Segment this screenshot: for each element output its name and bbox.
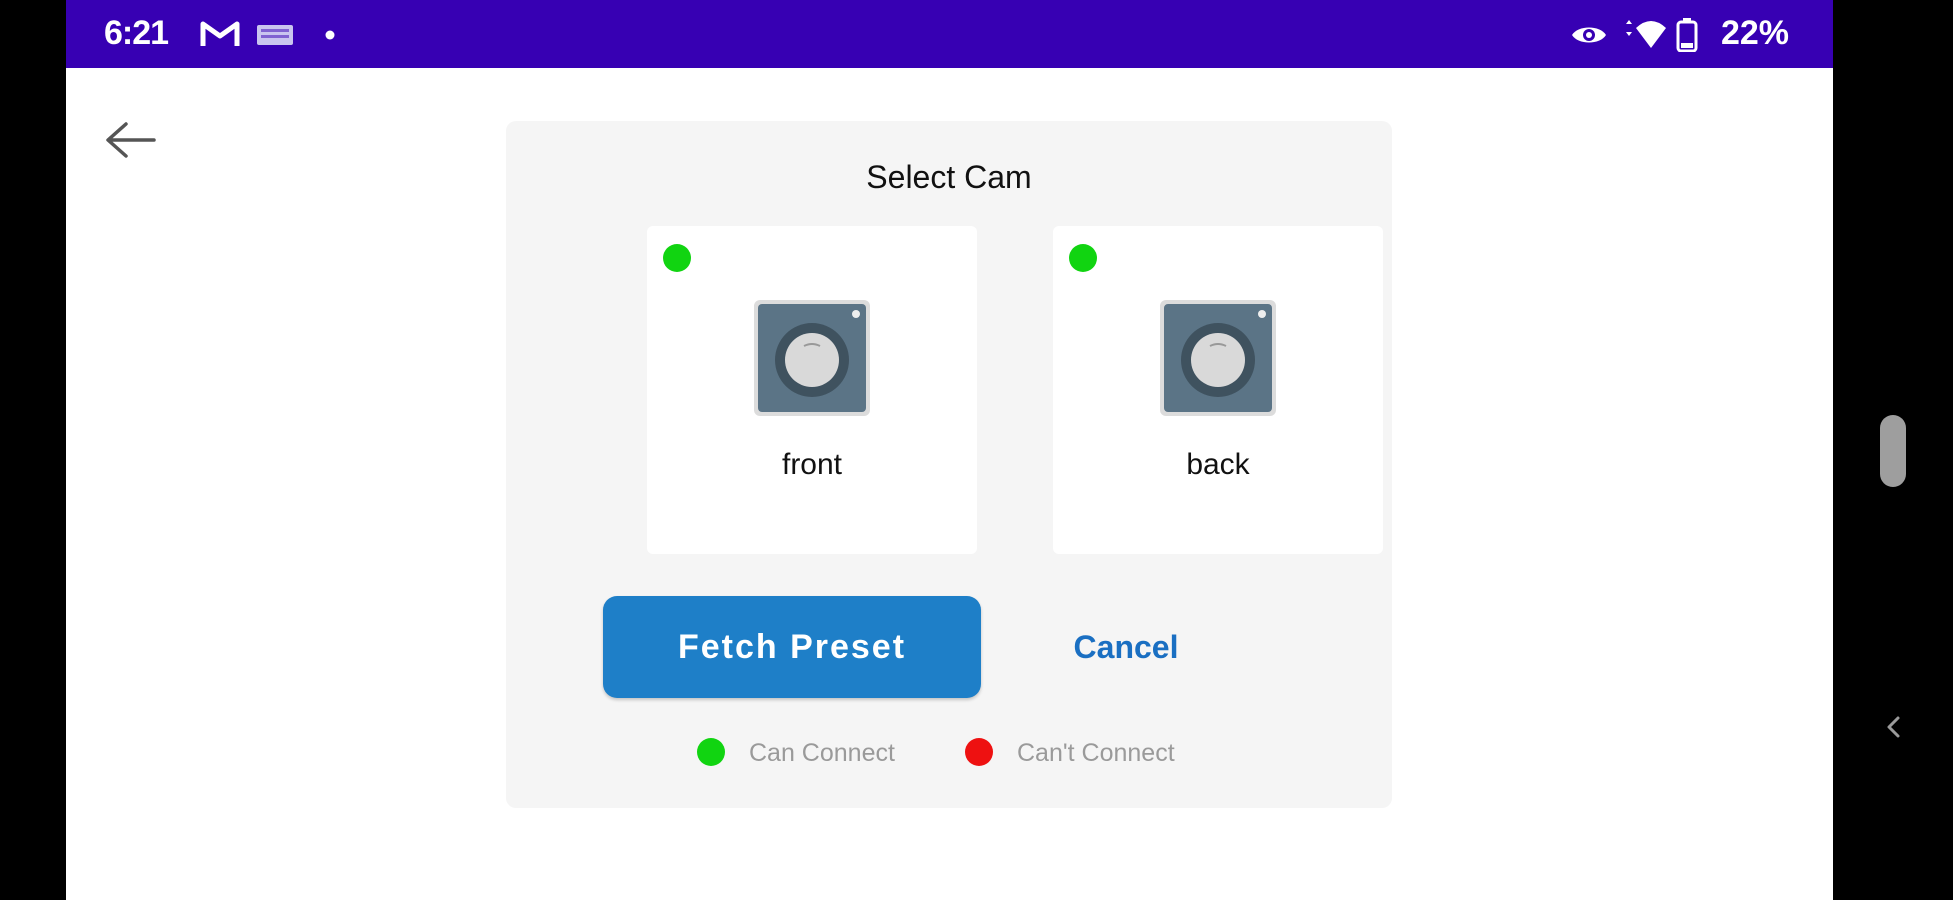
wifi-icon bbox=[1626, 20, 1666, 48]
keyboard-icon bbox=[257, 25, 293, 45]
scroll-handle[interactable] bbox=[1880, 415, 1906, 487]
green-dot-icon bbox=[697, 738, 725, 766]
fetch-preset-button[interactable]: Fetch Preset bbox=[603, 596, 981, 698]
camera-status-dot bbox=[663, 244, 691, 272]
eye-icon bbox=[1572, 27, 1606, 43]
select-cam-dialog: Select Cam front back Fetch Preset Cance… bbox=[506, 121, 1392, 808]
dialog-title: Select Cam bbox=[866, 159, 1032, 195]
camera-card-back[interactable]: back bbox=[1053, 226, 1383, 554]
cancel-button[interactable]: Cancel bbox=[1046, 596, 1206, 698]
camera-label: front bbox=[781, 448, 843, 481]
camera-card-front[interactable]: front bbox=[647, 226, 977, 554]
camera-icon bbox=[754, 300, 870, 416]
nav-back-chevron-icon[interactable] bbox=[1880, 710, 1906, 744]
status-time: 6:21 bbox=[104, 14, 169, 52]
red-dot-icon bbox=[965, 738, 993, 766]
camera-status-dot bbox=[1069, 244, 1097, 272]
status-bar: 6:21 22% bbox=[66, 0, 1833, 68]
battery-icon bbox=[1676, 18, 1698, 52]
battery-percent: 22% bbox=[1720, 14, 1789, 52]
camera-icon bbox=[1160, 300, 1276, 416]
back-arrow-icon[interactable] bbox=[104, 120, 156, 160]
gmail-icon bbox=[200, 21, 240, 46]
legend-label: Can't Connect bbox=[1017, 739, 1175, 767]
dot-icon bbox=[325, 30, 335, 40]
legend-label: Can Connect bbox=[749, 739, 895, 767]
app-screen: 6:21 22% Select Cam front back Fetch Pre… bbox=[66, 0, 1833, 900]
camera-label: back bbox=[1186, 448, 1250, 481]
